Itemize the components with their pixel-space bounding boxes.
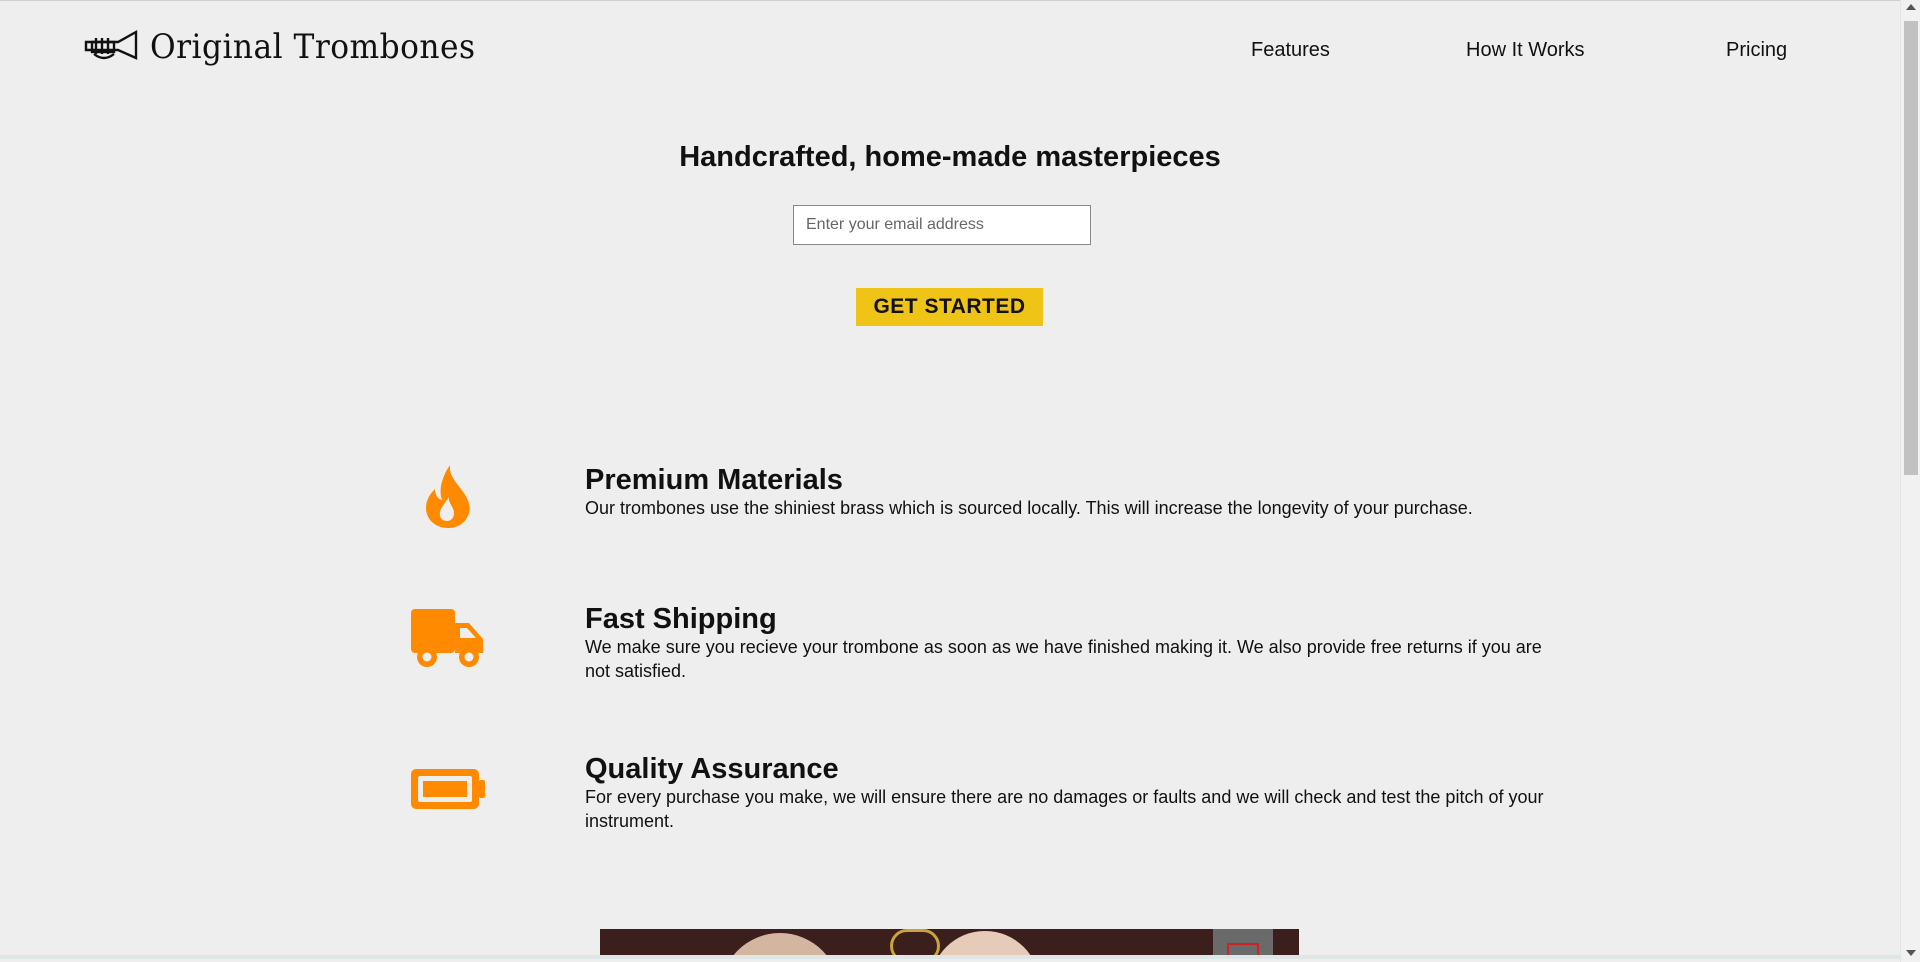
scroll-down-arrow-icon[interactable] [1906, 950, 1916, 956]
battery-icon [408, 749, 488, 829]
hero-section: Handcrafted, home-made masterpieces GET … [0, 141, 1900, 326]
feature-title: Premium Materials [585, 464, 843, 496]
landing-page: Original Trombones Features How It Works… [0, 0, 1900, 959]
feature-title: Quality Assurance [585, 753, 839, 785]
nav-link-pricing[interactable]: Pricing [1726, 39, 1787, 62]
feature-text: Quality Assurance For every purchase you… [585, 753, 1565, 833]
nav-link-how-it-works[interactable]: How It Works [1466, 39, 1585, 62]
brand-logo[interactable]: Original Trombones [84, 27, 504, 67]
feature-description: We make sure you recieve your trombone a… [585, 637, 1542, 681]
feature-description: Our trombones use the shiniest brass whi… [585, 498, 1473, 518]
feature-text: Premium Materials Our trombones use the … [585, 464, 1565, 520]
get-started-button[interactable]: GET STARTED [856, 288, 1043, 326]
scroll-up-arrow-icon[interactable] [1906, 4, 1916, 10]
truck-icon [408, 599, 488, 679]
site-header: Original Trombones Features How It Works… [0, 1, 1900, 101]
scrollbar-thumb[interactable] [1904, 21, 1918, 475]
main-nav: Features How It Works Pricing [1200, 39, 1820, 63]
nav-link-features[interactable]: Features [1251, 39, 1330, 62]
page-bottom-edge [0, 955, 1900, 959]
feature-text: Fast Shipping We make sure you recieve y… [585, 603, 1565, 683]
fire-icon [408, 456, 488, 536]
trumpet-icon [84, 29, 138, 60]
vertical-scrollbar[interactable] [1900, 0, 1920, 962]
email-input[interactable] [793, 205, 1091, 245]
hero-title: Handcrafted, home-made masterpieces [679, 141, 1221, 173]
brand-name: Original Trombones [150, 27, 476, 67]
feature-title: Fast Shipping [585, 603, 777, 635]
feature-description: For every purchase you make, we will ens… [585, 787, 1544, 831]
